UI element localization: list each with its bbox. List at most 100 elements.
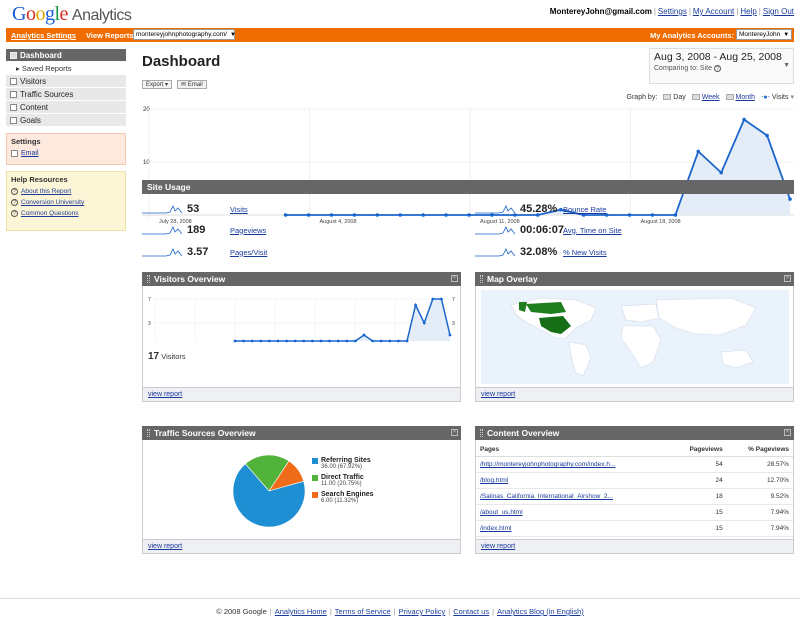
analytics-settings-link[interactable]: Analytics Settings: [11, 31, 76, 40]
footer-link-terms[interactable]: Terms of Service: [335, 607, 391, 616]
page-link-text[interactable]: /blog.html: [480, 477, 508, 484]
page-link[interactable]: /blog.html: [476, 472, 671, 489]
common-questions-link[interactable]: Common Questions: [21, 210, 78, 217]
visitors-count: 17 Visitors: [148, 351, 186, 362]
column-header: Pageviews: [670, 443, 727, 457]
page-link-text[interactable]: /http://montereyjohnphotography.com/inde…: [480, 461, 615, 468]
my-account-link[interactable]: My Account: [693, 7, 734, 16]
email-settings-link[interactable]: Email: [21, 150, 39, 157]
footer-link-analytics-home[interactable]: Analytics Home: [275, 607, 327, 616]
drag-handle-icon[interactable]: [480, 275, 483, 283]
help-icon[interactable]: ?: [713, 65, 721, 72]
map-overlay-panel: Map Overlay × view report: [475, 272, 794, 402]
close-icon[interactable]: ×: [451, 429, 458, 436]
usage-metric-link[interactable]: Pageviews: [230, 226, 266, 235]
conversion-university-link[interactable]: Conversion University: [21, 199, 84, 206]
graph-by-day[interactable]: Day: [663, 94, 686, 101]
footer-link-privacy[interactable]: Privacy Policy: [399, 607, 446, 616]
usage-metric-link[interactable]: Pages/Visit: [230, 248, 267, 257]
settings-link[interactable]: Settings: [658, 7, 687, 16]
data-point: [259, 339, 263, 343]
about-report-link[interactable]: About this Report: [21, 188, 71, 195]
content-overview-header[interactable]: Content Overview ×: [475, 426, 794, 440]
logo-letter: o: [35, 3, 45, 25]
graph-metric-label: Visits: [771, 93, 789, 101]
graph-metric-select[interactable]: -●- Visits ▾: [761, 93, 794, 102]
drag-handle-icon[interactable]: [147, 275, 150, 283]
account-select-value: MontereyJohn: [739, 31, 781, 38]
drag-handle-icon[interactable]: [480, 429, 483, 437]
content-overview-title: Content Overview: [487, 428, 560, 438]
data-point: [328, 339, 331, 343]
close-icon[interactable]: ×: [784, 275, 791, 282]
sidebar-item-goals[interactable]: Goals: [6, 114, 126, 127]
usage-value: 45.28%: [520, 203, 558, 215]
usage-value: 32.08%: [520, 246, 558, 258]
date-range-picker[interactable]: Aug 3, 2008 - Aug 25, 2008 Comparing to:…: [649, 48, 794, 84]
day-icon: [663, 94, 672, 100]
data-point: [742, 117, 746, 122]
data-point: [329, 213, 334, 217]
usage-value: 3.57: [187, 246, 209, 258]
usage-value: 00:06:07: [520, 224, 565, 236]
usage-value: 53: [187, 203, 200, 215]
visitors-overview-title: Visitors Overview: [154, 274, 226, 284]
page-link[interactable]: /about_us.html: [476, 504, 671, 521]
page-link[interactable]: /index.html: [476, 520, 671, 537]
page-link-text[interactable]: /about_us.html: [480, 509, 523, 516]
traffic-sources-header[interactable]: Traffic Sources Overview ×: [142, 426, 461, 440]
usage-metric-link[interactable]: % New Visits: [563, 248, 607, 257]
sidebar-item-content[interactable]: Content: [6, 101, 126, 114]
world-map[interactable]: [481, 290, 789, 384]
profile-select[interactable]: montereyjohnphotography.com/▼: [133, 29, 236, 40]
logo-letter: e: [59, 3, 69, 25]
sidebar-item-visitors[interactable]: Visitors: [6, 75, 126, 88]
page-title: Dashboard: [142, 53, 221, 70]
sidebar-item-label: Content: [20, 102, 49, 112]
account-select[interactable]: MontereyJohn ▼: [736, 29, 792, 40]
table-cell: 7.94%: [726, 520, 793, 537]
sidebar-item-saved-reports[interactable]: ▸ Saved Reports: [6, 62, 126, 75]
table-cell: 15: [670, 504, 727, 521]
sidebar-item-traffic-sources[interactable]: Traffic Sources: [6, 88, 126, 101]
email-button[interactable]: ✉ Email: [177, 80, 207, 89]
close-icon[interactable]: ×: [784, 429, 791, 436]
usage-metric-link[interactable]: Bounce Rate: [563, 205, 606, 214]
traffic-view-report-link[interactable]: view report: [148, 543, 182, 550]
help-link[interactable]: Help: [740, 7, 756, 16]
data-point: [293, 339, 297, 343]
map-view-report-link[interactable]: view report: [481, 391, 515, 398]
close-icon[interactable]: ×: [451, 275, 458, 282]
page-link-text[interactable]: /index.html: [480, 525, 511, 532]
visitors-view-report-link[interactable]: view report: [148, 391, 182, 398]
content-icon: [10, 103, 17, 111]
map-overlay-header[interactable]: Map Overlay ×: [475, 272, 794, 286]
content-view-report-link[interactable]: view report: [481, 543, 515, 550]
page-link[interactable]: /Salinas_California_International_Airsho…: [476, 488, 671, 505]
visitors-overview-header[interactable]: Visitors Overview ×: [142, 272, 461, 286]
data-point: [250, 339, 254, 343]
footer-link-blog[interactable]: Analytics Blog (in English): [497, 607, 584, 616]
email-label: Email: [187, 82, 203, 88]
site-usage-title: Site Usage: [147, 182, 191, 192]
data-point: [397, 339, 400, 343]
export-button[interactable]: Export ▾: [142, 80, 173, 89]
sidebar-item-dashboard[interactable]: Dashboard: [6, 49, 126, 62]
drag-handle-icon[interactable]: [147, 429, 150, 437]
sidebar-item-label: Dashboard: [20, 50, 62, 60]
month-icon: [725, 94, 734, 100]
page-link-text[interactable]: /Salinas_California_International_Airsho…: [480, 493, 613, 500]
footer: © 2008 Google | Analytics Home | Terms of Se…: [0, 598, 800, 616]
graph-by-month[interactable]: Month: [725, 94, 755, 101]
page-link[interactable]: /http://montereyjohnphotography.com/inde…: [476, 456, 671, 473]
usage-metric-link[interactable]: Visits: [230, 205, 248, 214]
sparkline-icon: [475, 226, 515, 235]
sign-out-link[interactable]: Sign Out: [763, 7, 794, 16]
usage-metric-link[interactable]: Avg. Time on Site: [563, 226, 622, 235]
footer-link-contact[interactable]: Contact us: [453, 607, 489, 616]
graph-by-week[interactable]: Week: [691, 94, 720, 101]
settings-title: Settings: [11, 137, 41, 146]
google-analytics-logo[interactable]: Google Analytics: [12, 3, 132, 26]
y-tick-label: 7: [452, 297, 455, 303]
sidebar-item-label: Visitors: [20, 76, 47, 86]
